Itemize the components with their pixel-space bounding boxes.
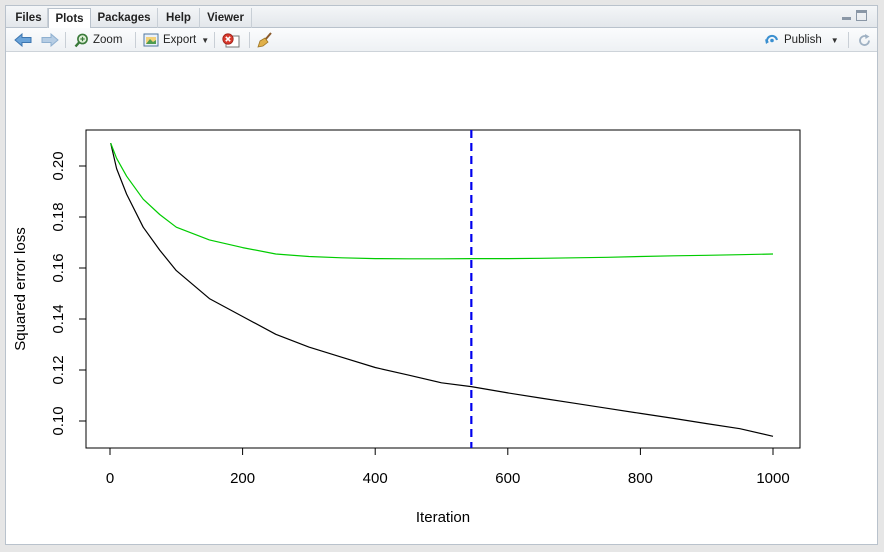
loss-chart: 0 200 400 600 800 1000 0.10 0.12 0.14 0.16 0.18 0.2… — [12, 129, 801, 526]
x-tick-label: 200 — [230, 470, 255, 487]
plots-pane: Files Plots Packages Help Viewer Zoom Ex… — [5, 5, 878, 545]
x-tick-label: 400 — [363, 470, 388, 487]
y-tick-label: 0.12 — [50, 355, 67, 384]
y-tick-label: 0.20 — [50, 151, 67, 180]
y-tick-label: 0.16 — [50, 253, 67, 282]
x-axis-label: Iteration — [416, 509, 470, 526]
train-loss-line — [110, 142, 774, 437]
y-tick-label: 0.18 — [50, 202, 67, 231]
y-tick-label: 0.10 — [50, 406, 67, 435]
plot-viewer: 0 200 400 600 800 1000 0.10 0.12 0.14 0.16 0.18 0.2… — [6, 52, 877, 544]
x-tick-label: 800 — [628, 470, 653, 487]
y-tick-label: 0.14 — [50, 304, 67, 333]
plot-frame — [85, 129, 801, 449]
y-axis-label: Squared error loss — [12, 227, 29, 350]
x-tick-label: 600 — [495, 470, 520, 487]
x-tick-label: 0 — [106, 470, 114, 487]
x-tick-label: 1000 — [756, 470, 789, 487]
validation-loss-line — [110, 142, 774, 260]
